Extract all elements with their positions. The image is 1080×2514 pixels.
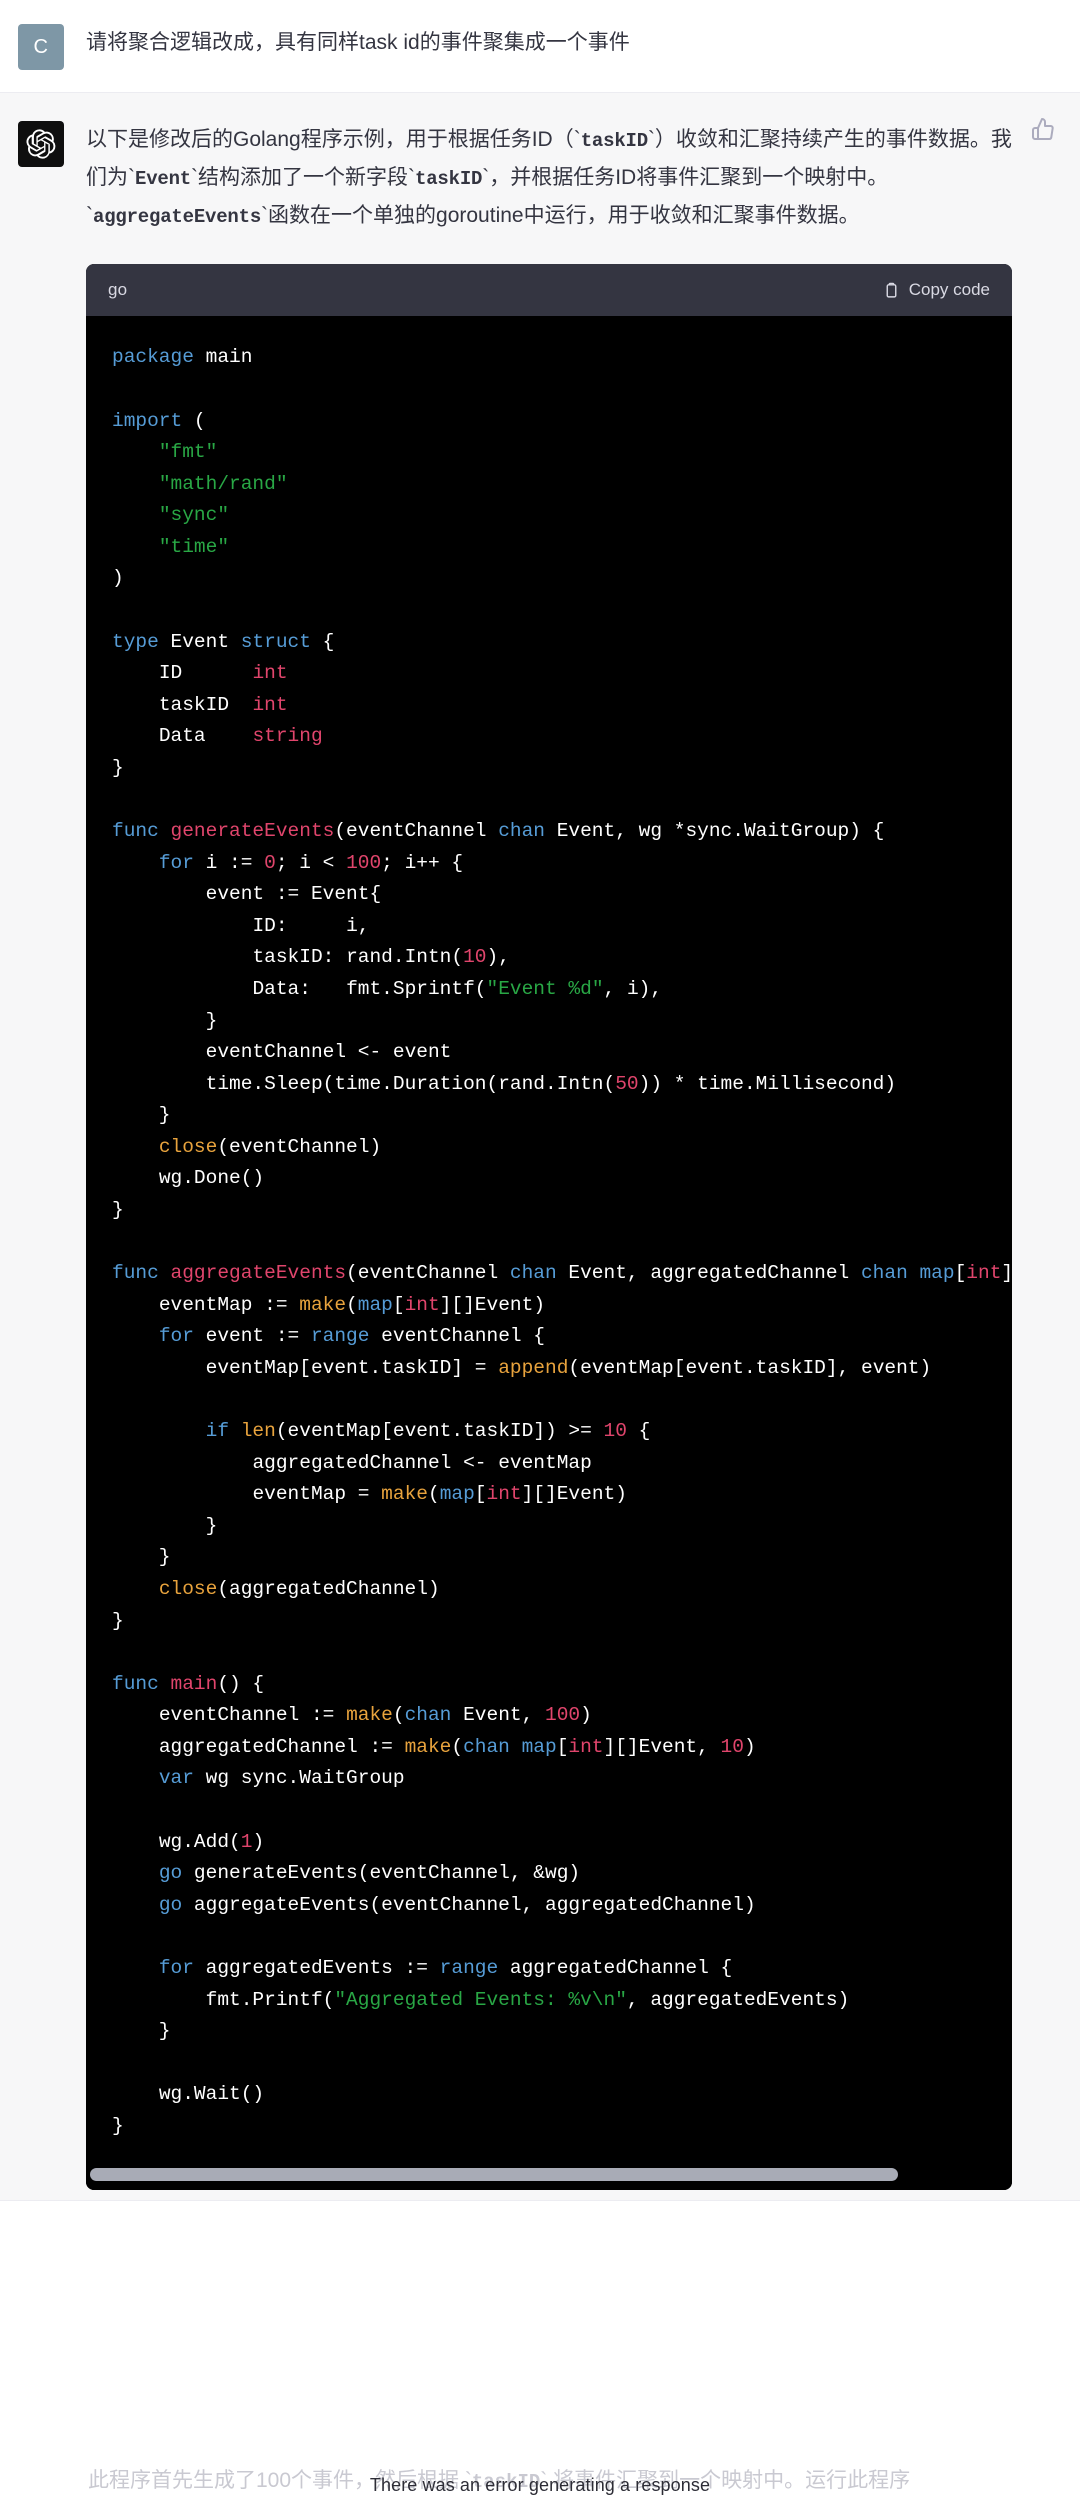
- code-horizontal-scrollbar[interactable]: [86, 2168, 1012, 2191]
- thumbs-up-button[interactable]: [1028, 117, 1058, 147]
- code-scroll-area[interactable]: package main import ( "fmt" "math/rand" …: [86, 316, 1012, 2169]
- user-message-row: C 请将聚合逻辑改成，具有同样task id的事件聚集成一个事件: [0, 0, 1080, 93]
- inline-code: taskID: [580, 130, 648, 152]
- user-avatar: C: [18, 24, 64, 70]
- copy-code-button[interactable]: Copy code: [883, 280, 990, 300]
- inline-code: Event: [135, 167, 192, 190]
- paragraph-segment: 以下是修改后的Golang程序示例，用于根据任务ID（`: [86, 128, 581, 151]
- user-message-text: 请将聚合逻辑改成，具有同样task id的事件聚集成一个事件: [86, 31, 630, 54]
- inline-code: aggregateEvents: [93, 205, 262, 228]
- code-block: go Copy code package main import ( "fmt"…: [86, 264, 1012, 2191]
- code-block-header: go Copy code: [86, 264, 1012, 317]
- paragraph-segment: `函数在一个单独的goroutine中运行，用于收敛和汇聚事件数据。: [261, 203, 860, 227]
- assistant-message-body: 以下是修改后的Golang程序示例，用于根据任务ID（`taskID`）收敛和汇…: [86, 119, 1050, 2191]
- copy-code-label: Copy code: [908, 280, 990, 300]
- thumbs-up-icon: [1031, 117, 1055, 141]
- scrollbar-thumb[interactable]: [90, 2168, 898, 2182]
- user-message-body: 请将聚合逻辑改成，具有同样task id的事件聚集成一个事件: [86, 22, 1050, 65]
- error-message: There was an error generating a response: [369, 2475, 711, 2495]
- assistant-paragraph: 以下是修改后的Golang程序示例，用于根据任务ID（`taskID`）收敛和汇…: [86, 121, 1026, 234]
- assistant-message-row: 以下是修改后的Golang程序示例，用于根据任务ID（`taskID`）收敛和汇…: [0, 93, 1080, 2202]
- assistant-avatar: [18, 121, 64, 167]
- code-language-label: go: [108, 280, 128, 300]
- paragraph-segment: `结构添加了一个新字段`: [191, 165, 416, 189]
- openai-logo-icon: [26, 129, 56, 159]
- inline-code: taskID: [415, 167, 483, 190]
- user-avatar-letter: C: [33, 36, 49, 58]
- clipboard-icon: [883, 281, 900, 300]
- code-content: package main import ( "fmt" "math/rand" …: [112, 346, 1012, 2137]
